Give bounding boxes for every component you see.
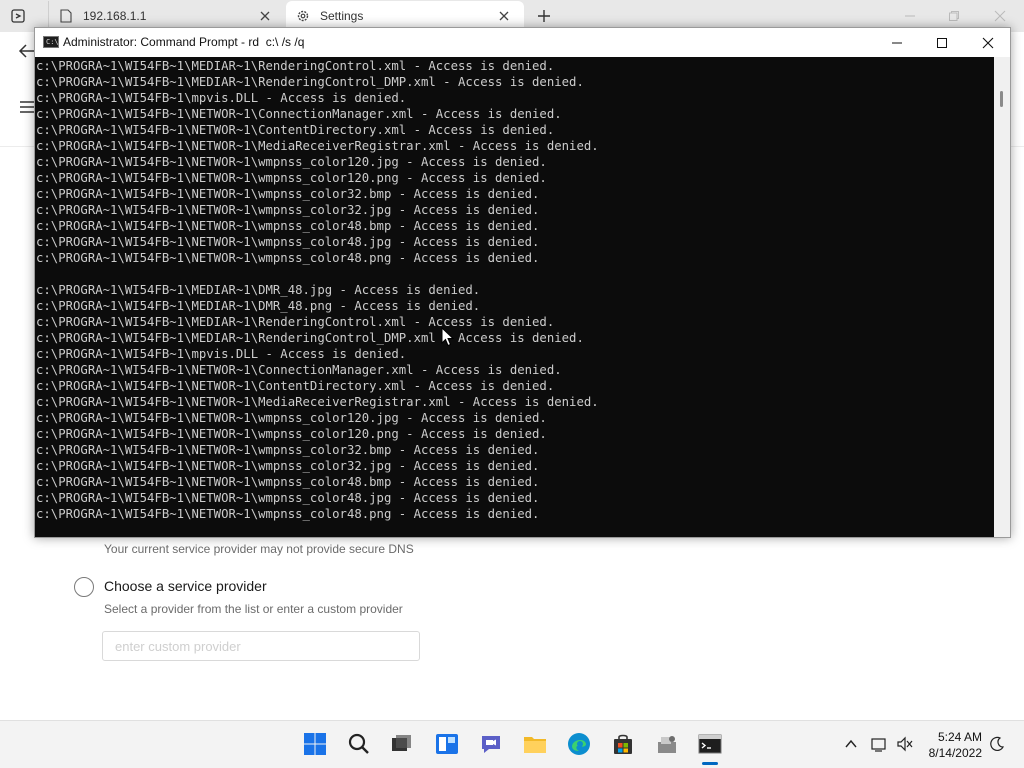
choose-provider-label[interactable]: Choose a service provider — [104, 578, 267, 594]
console-line: c:\PROGRA~1\WI54FB~1\mpvis.DLL - Access … — [36, 91, 407, 105]
console-line: c:\PROGRA~1\WI54FB~1\NETWOR~1\wmpnss_col… — [36, 427, 547, 441]
cmd-scroll-thumb[interactable] — [1000, 91, 1003, 107]
taskbar-clock[interactable]: 5:24 AM 8/14/2022 — [920, 729, 982, 761]
gear-icon — [296, 9, 310, 23]
console-line: c:\PROGRA~1\WI54FB~1\NETWOR~1\wmpnss_col… — [36, 251, 540, 265]
widgets-icon[interactable] — [434, 731, 460, 757]
command-prompt-window: C:\ Administrator: Command Prompt - rd c… — [34, 27, 1011, 538]
page-icon — [59, 9, 73, 23]
start-icon[interactable] — [302, 731, 328, 757]
console-line: c:\PROGRA~1\WI54FB~1\NETWOR~1\MediaRecei… — [36, 139, 599, 153]
cmd-console-output[interactable]: c:\PROGRA~1\WI54FB~1\MEDIAR~1\RenderingC… — [35, 57, 994, 537]
console-line: c:\PROGRA~1\WI54FB~1\NETWOR~1\wmpnss_col… — [36, 491, 540, 505]
minimize-icon[interactable] — [898, 4, 922, 28]
cmd-app-icon: C:\ — [43, 36, 59, 48]
taskbar: 5:24 AM 8/14/2022 — [0, 720, 1024, 768]
console-line: c:\PROGRA~1\WI54FB~1\MEDIAR~1\DMR_48.png… — [36, 299, 481, 313]
chat-icon[interactable] — [478, 731, 504, 757]
console-line: c:\PROGRA~1\WI54FB~1\NETWOR~1\wmpnss_col… — [36, 235, 540, 249]
console-line: c:\PROGRA~1\WI54FB~1\NETWOR~1\wmpnss_col… — [36, 443, 540, 457]
console-line: c:\PROGRA~1\WI54FB~1\NETWOR~1\MediaRecei… — [36, 395, 599, 409]
cmd-minimize-icon[interactable] — [874, 28, 920, 57]
volume-muted-icon[interactable] — [896, 735, 914, 753]
console-line: c:\PROGRA~1\WI54FB~1\MEDIAR~1\RenderingC… — [36, 331, 584, 345]
console-line: c:\PROGRA~1\WI54FB~1\NETWOR~1\wmpnss_col… — [36, 411, 547, 425]
cmd-scrollbar[interactable] — [994, 57, 1010, 537]
command-prompt-icon[interactable] — [697, 731, 723, 757]
mouse-pointer-icon — [441, 326, 455, 347]
app-icon[interactable] — [654, 731, 680, 757]
console-line: c:\PROGRA~1\WI54FB~1\NETWOR~1\wmpnss_col… — [36, 171, 547, 185]
choose-provider-description: Select a provider from the list or enter… — [104, 602, 403, 616]
tab-label: Settings — [320, 9, 364, 23]
search-icon[interactable] — [346, 731, 372, 757]
cmd-window-title: Administrator: Command Prompt - rd c:\ /… — [63, 35, 305, 49]
console-line: c:\PROGRA~1\WI54FB~1\MEDIAR~1\RenderingC… — [36, 59, 555, 73]
console-line: c:\PROGRA~1\WI54FB~1\NETWOR~1\Connection… — [36, 363, 562, 377]
tab-actions-icon[interactable] — [10, 8, 26, 24]
cmd-close-icon[interactable] — [965, 28, 1011, 57]
new-tab-icon[interactable] — [534, 6, 554, 26]
close-icon[interactable] — [257, 8, 273, 24]
active-app-indicator — [702, 762, 718, 765]
console-line: c:\PROGRA~1\WI54FB~1\mpvis.DLL - Access … — [36, 347, 407, 361]
console-line: c:\PROGRA~1\WI54FB~1\NETWOR~1\wmpnss_col… — [36, 219, 540, 233]
console-line: c:\PROGRA~1\WI54FB~1\NETWOR~1\wmpnss_col… — [36, 507, 540, 521]
tab-label: 192.168.1.1 — [83, 9, 147, 23]
cmd-maximize-icon[interactable] — [919, 28, 965, 57]
console-line: c:\PROGRA~1\WI54FB~1\MEDIAR~1\RenderingC… — [36, 315, 555, 329]
console-line: c:\PROGRA~1\WI54FB~1\NETWOR~1\ContentDir… — [36, 123, 555, 137]
console-line: c:\PROGRA~1\WI54FB~1\NETWOR~1\wmpnss_col… — [36, 187, 540, 201]
console-line: c:\PROGRA~1\WI54FB~1\NETWOR~1\wmpnss_col… — [36, 155, 547, 169]
console-line: c:\PROGRA~1\WI54FB~1\NETWOR~1\wmpnss_col… — [36, 459, 540, 473]
console-line: c:\PROGRA~1\WI54FB~1\MEDIAR~1\RenderingC… — [36, 75, 584, 89]
dns-warning-text: Your current service provider may not pr… — [104, 542, 414, 556]
focus-assist-icon[interactable] — [988, 735, 1006, 753]
console-line: c:\PROGRA~1\WI54FB~1\NETWOR~1\wmpnss_col… — [36, 203, 540, 217]
cmd-title-bar[interactable]: C:\ Administrator: Command Prompt - rd c… — [35, 28, 1010, 57]
close-icon[interactable] — [496, 8, 512, 24]
chevron-up-icon[interactable] — [842, 735, 860, 753]
restore-icon[interactable] — [942, 4, 966, 28]
console-line: c:\PROGRA~1\WI54FB~1\NETWOR~1\Connection… — [36, 107, 562, 121]
close-window-icon[interactable] — [988, 4, 1012, 28]
console-lines: c:\PROGRA~1\WI54FB~1\MEDIAR~1\RenderingC… — [36, 58, 599, 522]
network-icon[interactable] — [870, 735, 888, 753]
console-line: c:\PROGRA~1\WI54FB~1\MEDIAR~1\DMR_48.jpg… — [36, 283, 481, 297]
clock-date: 8/14/2022 — [928, 746, 982, 760]
console-line: c:\PROGRA~1\WI54FB~1\NETWOR~1\ContentDir… — [36, 379, 555, 393]
file-explorer-icon[interactable] — [522, 731, 548, 757]
task-view-icon[interactable] — [389, 731, 415, 757]
edge-icon[interactable] — [566, 731, 592, 757]
store-icon[interactable] — [610, 731, 636, 757]
clock-time: 5:24 AM — [937, 730, 982, 744]
custom-provider-input[interactable] — [102, 631, 420, 661]
choose-provider-radio[interactable] — [74, 577, 94, 597]
console-line: c:\PROGRA~1\WI54FB~1\NETWOR~1\wmpnss_col… — [36, 475, 540, 489]
